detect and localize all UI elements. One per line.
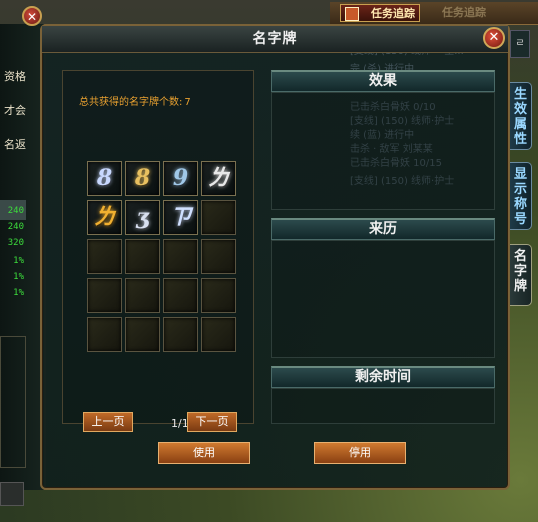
panel-value: 1% <box>13 288 24 298</box>
disable-button[interactable]: 停用 <box>314 442 406 464</box>
panel-label: 名返 <box>4 138 26 151</box>
tab-active-attributes[interactable]: 生效属性 <box>510 82 532 150</box>
task-tracking-button[interactable]: 任务追踪 <box>340 4 420 22</box>
plate-count: 总共获得的名字牌个数: 7 <box>77 93 191 108</box>
name-plate-icon: ㄌ <box>93 204 116 230</box>
name-plate-icon: ʒ <box>136 204 149 230</box>
next-page-button[interactable]: 下一页 <box>187 412 237 432</box>
origin-section-header: 来历 <box>271 218 495 240</box>
panel-value: 320 <box>7 238 24 248</box>
panel-label: 资格 <box>4 70 26 83</box>
name-plate-slot[interactable]: ㄌ <box>87 200 122 235</box>
panel-value: 240 <box>7 222 24 232</box>
empty-plate-slot[interactable] <box>201 278 236 313</box>
effect-section-body <box>271 92 495 210</box>
name-plate-slot[interactable]: ʒ <box>125 200 160 235</box>
effect-section-header: 效果 <box>271 70 495 92</box>
empty-plate-slot[interactable] <box>201 239 236 274</box>
name-plate-slot[interactable]: ㄌ <box>201 161 236 196</box>
plate-count-value: 7 <box>184 97 191 108</box>
close-button[interactable]: ✕ <box>483 27 505 49</box>
panel-value: 240 <box>7 206 24 216</box>
empty-plate-slot[interactable] <box>87 317 122 352</box>
name-plate-slot[interactable]: ㄗ <box>163 200 198 235</box>
background-close-icon[interactable]: ✕ <box>22 6 42 26</box>
use-button[interactable]: 使用 <box>158 442 250 464</box>
empty-plate-slot[interactable] <box>125 278 160 313</box>
panel-value: 1% <box>13 272 24 282</box>
empty-plate-slot[interactable] <box>87 278 122 313</box>
empty-plate-slot[interactable] <box>125 239 160 274</box>
name-plate-icon: 8 <box>96 165 113 191</box>
name-plate-slot[interactable]: 8 <box>125 161 160 196</box>
task-tracking-ghost: 任务追踪 <box>442 6 486 19</box>
remaining-time-section-header: 剩余时间 <box>271 366 495 388</box>
empty-plate-slot[interactable] <box>163 317 198 352</box>
prev-page-button[interactable]: 上一页 <box>83 412 133 432</box>
empty-plate-slot[interactable] <box>201 317 236 352</box>
name-plate-slot[interactable]: 8 <box>87 161 122 196</box>
task-icon <box>345 7 359 21</box>
empty-plate-slot[interactable] <box>125 317 160 352</box>
empty-plate-slot[interactable] <box>163 278 198 313</box>
name-plate-icon: 9 <box>172 165 189 191</box>
side-scroll-handle[interactable]: ㄹ <box>510 30 530 58</box>
empty-plate-slot[interactable] <box>163 239 198 274</box>
panel-slot <box>0 336 26 468</box>
panel-value: 1% <box>13 256 24 266</box>
name-plate-dialog: [支线] (150) 线师·一星... 完 (杀) 进行中 已击杀白骨妖 0/1… <box>40 24 510 490</box>
panel-bottom-slot <box>0 482 24 506</box>
dialog-title: 名字牌 <box>252 31 298 47</box>
tab-name-plate[interactable]: 名字牌 <box>510 244 532 306</box>
name-plate-icon: ㄗ <box>169 204 192 230</box>
name-plate-slot[interactable]: 9 <box>163 161 198 196</box>
name-plate-icon: 8 <box>134 165 151 191</box>
name-plate-collection: 总共获得的名字牌个数: 7 889ㄌㄌʒㄗ 上一页 1/1 下一页 <box>62 70 254 432</box>
task-tracking-label: 任务追踪 <box>371 7 415 20</box>
name-plate-icon: ㄌ <box>207 165 230 191</box>
origin-section-body <box>271 240 495 358</box>
panel-label: 才会 <box>4 104 26 117</box>
close-icon: ✕ <box>488 30 500 45</box>
empty-plate-slot[interactable] <box>201 200 236 235</box>
empty-plate-slot[interactable] <box>87 239 122 274</box>
dialog-title-bar[interactable]: 名字牌 ✕ <box>42 26 508 53</box>
plate-count-label: 总共获得的名字牌个数: <box>79 97 183 108</box>
tab-display-title[interactable]: 显示称号 <box>510 162 532 230</box>
remaining-time-section-body <box>271 388 495 424</box>
